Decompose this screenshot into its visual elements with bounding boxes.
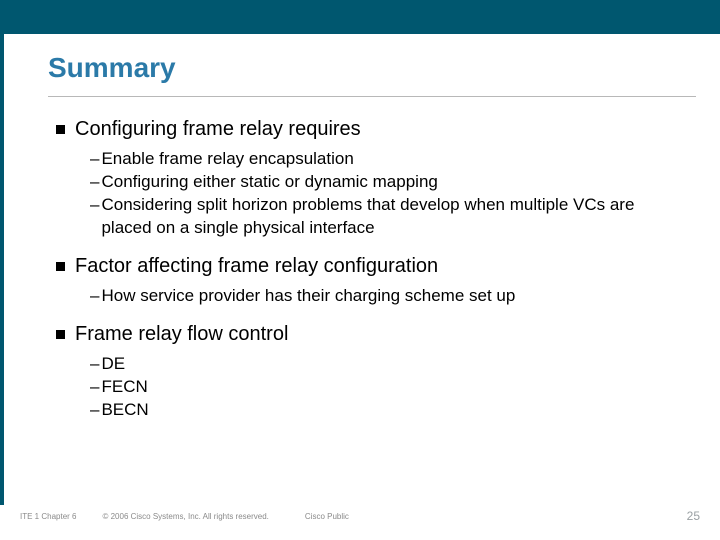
bullet-level2: – Considering split horizon problems tha…	[90, 194, 680, 240]
level2-text: DE	[101, 353, 125, 376]
square-bullet-icon	[56, 262, 65, 271]
dash-icon: –	[90, 194, 99, 217]
level2-text: FECN	[101, 376, 147, 399]
bullet-level2: – How service provider has their chargin…	[90, 285, 680, 308]
bullet-level2: – Enable frame relay encapsulation	[90, 148, 680, 171]
dash-icon: –	[90, 148, 99, 171]
level2-text: Considering split horizon problems that …	[101, 194, 680, 240]
sub-list: – How service provider has their chargin…	[90, 285, 680, 308]
section: Frame relay flow control – DE – FECN – B…	[56, 322, 680, 422]
dash-icon: –	[90, 353, 99, 376]
bullet-level2: – DE	[90, 353, 680, 376]
dash-icon: –	[90, 171, 99, 194]
level2-text: BECN	[101, 399, 148, 422]
dash-icon: –	[90, 376, 99, 399]
brand-side-stripe	[0, 0, 4, 505]
content-area: Configuring frame relay requires – Enabl…	[56, 117, 680, 422]
bullet-level2: – FECN	[90, 376, 680, 399]
brand-top-bar	[0, 0, 720, 34]
page-number: 25	[687, 509, 700, 523]
level1-text: Configuring frame relay requires	[75, 117, 361, 142]
sub-list: – DE – FECN – BECN	[90, 353, 680, 422]
level1-text: Frame relay flow control	[75, 322, 288, 347]
bullet-level1: Frame relay flow control	[56, 322, 680, 347]
level1-text: Factor affecting frame relay configurati…	[75, 254, 438, 279]
section: Factor affecting frame relay configurati…	[56, 254, 680, 308]
footer-copyright: © 2006 Cisco Systems, Inc. All rights re…	[102, 512, 268, 521]
footer-public: Cisco Public	[305, 512, 349, 521]
title-divider	[48, 96, 696, 97]
bullet-level1: Factor affecting frame relay configurati…	[56, 254, 680, 279]
square-bullet-icon	[56, 330, 65, 339]
section: Configuring frame relay requires – Enabl…	[56, 117, 680, 240]
sub-list: – Enable frame relay encapsulation – Con…	[90, 148, 680, 240]
bullet-level2: – BECN	[90, 399, 680, 422]
slide-footer: ITE 1 Chapter 6 © 2006 Cisco Systems, In…	[20, 504, 700, 528]
level2-text: Enable frame relay encapsulation	[101, 148, 353, 171]
slide-title: Summary	[48, 52, 720, 84]
square-bullet-icon	[56, 125, 65, 134]
bullet-level1: Configuring frame relay requires	[56, 117, 680, 142]
dash-icon: –	[90, 399, 99, 422]
level2-text: How service provider has their charging …	[101, 285, 515, 308]
slide: Summary Configuring frame relay requires…	[0, 0, 720, 540]
level2-text: Configuring either static or dynamic map…	[101, 171, 437, 194]
dash-icon: –	[90, 285, 99, 308]
bullet-level2: – Configuring either static or dynamic m…	[90, 171, 680, 194]
footer-chapter: ITE 1 Chapter 6	[20, 512, 76, 521]
